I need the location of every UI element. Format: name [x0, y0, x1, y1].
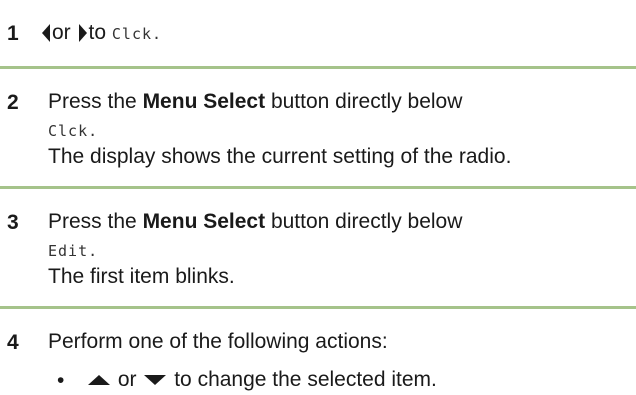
menu-select-bold: Menu Select: [142, 210, 266, 233]
lcd-clck: Clck: [48, 122, 89, 140]
down-arrow-icon: [144, 375, 167, 386]
press-the-text: Press the: [48, 90, 137, 113]
step-3-line1: Press the Menu Select button directly be…: [48, 208, 462, 235]
bullet: •: [57, 369, 65, 392]
or-text: or: [52, 21, 71, 44]
step-2-note: The display shows the current setting of…: [48, 145, 512, 168]
button-below-text: button directly below: [270, 210, 463, 233]
press-the-text: Press the: [48, 210, 137, 233]
step-number: 1: [7, 22, 19, 45]
step-1-text: or to Clck.: [40, 19, 162, 48]
button-below-text: button directly below: [270, 90, 463, 113]
step-number: 4: [7, 331, 19, 354]
change-item-text: to change the selected item.: [174, 368, 437, 391]
lcd-edit: Edit: [48, 242, 89, 260]
step-2-line1: Press the Menu Select button directly be…: [48, 88, 462, 115]
right-arrow-icon: [78, 24, 87, 43]
step-3-line2: Edit.: [48, 236, 98, 265]
left-arrow-icon: [42, 24, 50, 43]
step-3-note: The first item blinks.: [48, 265, 235, 288]
menu-select-bold: Menu Select: [142, 90, 266, 113]
step-4-text: Perform one of the following actions:: [48, 330, 388, 353]
up-arrow-icon: [88, 375, 110, 386]
step-number: 2: [7, 91, 19, 114]
period: .: [88, 242, 99, 260]
step-number: 3: [7, 211, 19, 234]
to-text: to: [88, 21, 107, 44]
divider: [0, 186, 636, 189]
divider: [0, 306, 636, 309]
step-4-bullet-text: or to change the selected item.: [86, 366, 437, 393]
divider: [0, 66, 636, 69]
or-text: or: [117, 368, 137, 391]
period: .: [88, 122, 99, 140]
lcd-clck: Clck.: [111, 25, 163, 43]
step-2-line2: Clck.: [48, 116, 98, 145]
